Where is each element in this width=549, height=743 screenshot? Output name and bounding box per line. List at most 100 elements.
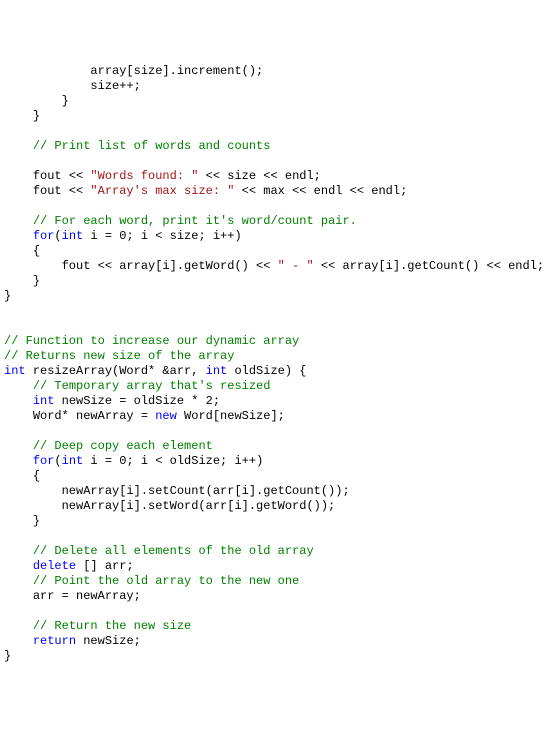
code-token: int bbox=[206, 364, 228, 378]
code-token: "Words found: " bbox=[90, 169, 198, 183]
code-line: // Delete all elements of the old array bbox=[4, 544, 545, 559]
code-indent bbox=[4, 469, 33, 483]
code-indent bbox=[4, 514, 33, 528]
code-line: fout << "Array's max size: " << max << e… bbox=[4, 184, 545, 199]
code-indent bbox=[4, 244, 33, 258]
code-token: for bbox=[33, 454, 55, 468]
code-token: } bbox=[62, 94, 69, 108]
code-indent bbox=[4, 379, 33, 393]
code-line: { bbox=[4, 469, 545, 484]
code-token: int bbox=[62, 454, 84, 468]
code-token: resizeArray(Word* &arr, bbox=[26, 364, 206, 378]
code-token: } bbox=[33, 109, 40, 123]
code-token: arr = newArray; bbox=[33, 589, 141, 603]
code-token: } bbox=[4, 649, 11, 663]
code-token: newSize; bbox=[76, 634, 141, 648]
code-line: } bbox=[4, 514, 545, 529]
code-indent bbox=[4, 454, 33, 468]
code-indent bbox=[4, 394, 33, 408]
code-token: oldSize) { bbox=[227, 364, 306, 378]
code-indent bbox=[4, 484, 62, 498]
code-indent bbox=[4, 589, 33, 603]
code-line bbox=[4, 124, 545, 139]
code-token: } bbox=[33, 274, 40, 288]
code-indent bbox=[4, 574, 33, 588]
code-token: fout << array[i].getWord() << bbox=[62, 259, 278, 273]
code-token: // Return the new size bbox=[33, 619, 191, 633]
code-token: int bbox=[4, 364, 26, 378]
code-token: size++; bbox=[90, 79, 140, 93]
code-token: delete bbox=[33, 559, 76, 573]
code-token: << max << endl << endl; bbox=[234, 184, 407, 198]
code-line bbox=[4, 154, 545, 169]
code-indent bbox=[4, 544, 33, 558]
code-line: newArray[i].setCount(arr[i].getCount()); bbox=[4, 484, 545, 499]
code-token: // Temporary array that's resized bbox=[33, 379, 271, 393]
code-token: // Print list of words and counts bbox=[33, 139, 271, 153]
code-line: delete [] arr; bbox=[4, 559, 545, 574]
code-token: } bbox=[33, 514, 40, 528]
code-line: Word* newArray = new Word[newSize]; bbox=[4, 409, 545, 424]
code-token: << array[i].getCount() << endl; bbox=[314, 259, 544, 273]
code-token: i = 0; i < oldSize; i++) bbox=[83, 454, 263, 468]
code-token: // For each word, print it's word/count … bbox=[33, 214, 357, 228]
code-line bbox=[4, 319, 545, 334]
code-token: int bbox=[62, 229, 84, 243]
code-line: return newSize; bbox=[4, 634, 545, 649]
code-indent bbox=[4, 229, 33, 243]
code-token: << size << endl; bbox=[198, 169, 320, 183]
code-token: array[size].increment(); bbox=[90, 64, 263, 78]
code-line: for(int i = 0; i < oldSize; i++) bbox=[4, 454, 545, 469]
code-snippet: array[size].increment(); size++; } } // … bbox=[4, 64, 545, 664]
code-line: // Return the new size bbox=[4, 619, 545, 634]
code-indent bbox=[4, 79, 90, 93]
code-line: // Point the old array to the new one bbox=[4, 574, 545, 589]
code-token: return bbox=[33, 634, 76, 648]
code-indent bbox=[4, 634, 33, 648]
code-line: { bbox=[4, 244, 545, 259]
code-indent bbox=[4, 619, 33, 633]
code-line: // Returns new size of the array bbox=[4, 349, 545, 364]
code-line: } bbox=[4, 274, 545, 289]
code-indent bbox=[4, 214, 33, 228]
code-indent bbox=[4, 559, 33, 573]
code-token: i = 0; i < size; i++) bbox=[83, 229, 241, 243]
code-token: { bbox=[33, 469, 40, 483]
code-token: // Point the old array to the new one bbox=[33, 574, 299, 588]
code-line: } bbox=[4, 289, 545, 304]
code-token: [] arr; bbox=[76, 559, 134, 573]
code-token: newSize = oldSize * 2; bbox=[54, 394, 220, 408]
code-token: // Function to increase our dynamic arra… bbox=[4, 334, 299, 348]
code-token: newArray[i].setCount(arr[i].getCount()); bbox=[62, 484, 350, 498]
code-token: newArray[i].setWord(arr[i].getWord()); bbox=[62, 499, 336, 513]
code-token: new bbox=[155, 409, 177, 423]
code-line: size++; bbox=[4, 79, 545, 94]
code-token: Word[newSize]; bbox=[177, 409, 285, 423]
code-token: // Deep copy each element bbox=[33, 439, 213, 453]
code-token: "Array's max size: " bbox=[90, 184, 234, 198]
code-indent bbox=[4, 64, 90, 78]
code-indent bbox=[4, 169, 33, 183]
code-token: ( bbox=[54, 454, 61, 468]
code-token: int bbox=[33, 394, 55, 408]
code-line: fout << array[i].getWord() << " - " << a… bbox=[4, 259, 545, 274]
code-token: ( bbox=[54, 229, 61, 243]
code-line: // Print list of words and counts bbox=[4, 139, 545, 154]
code-line: int newSize = oldSize * 2; bbox=[4, 394, 545, 409]
code-token: // Delete all elements of the old array bbox=[33, 544, 314, 558]
code-indent bbox=[4, 139, 33, 153]
code-token: fout << bbox=[33, 184, 91, 198]
code-indent bbox=[4, 94, 62, 108]
code-line: } bbox=[4, 109, 545, 124]
code-line: // Function to increase our dynamic arra… bbox=[4, 334, 545, 349]
code-indent bbox=[4, 499, 62, 513]
code-line bbox=[4, 304, 545, 319]
code-line bbox=[4, 529, 545, 544]
code-line: array[size].increment(); bbox=[4, 64, 545, 79]
code-line: // Deep copy each element bbox=[4, 439, 545, 454]
code-token: for bbox=[33, 229, 55, 243]
code-line: newArray[i].setWord(arr[i].getWord()); bbox=[4, 499, 545, 514]
code-indent bbox=[4, 274, 33, 288]
code-token: // Returns new size of the array bbox=[4, 349, 234, 363]
code-line bbox=[4, 199, 545, 214]
